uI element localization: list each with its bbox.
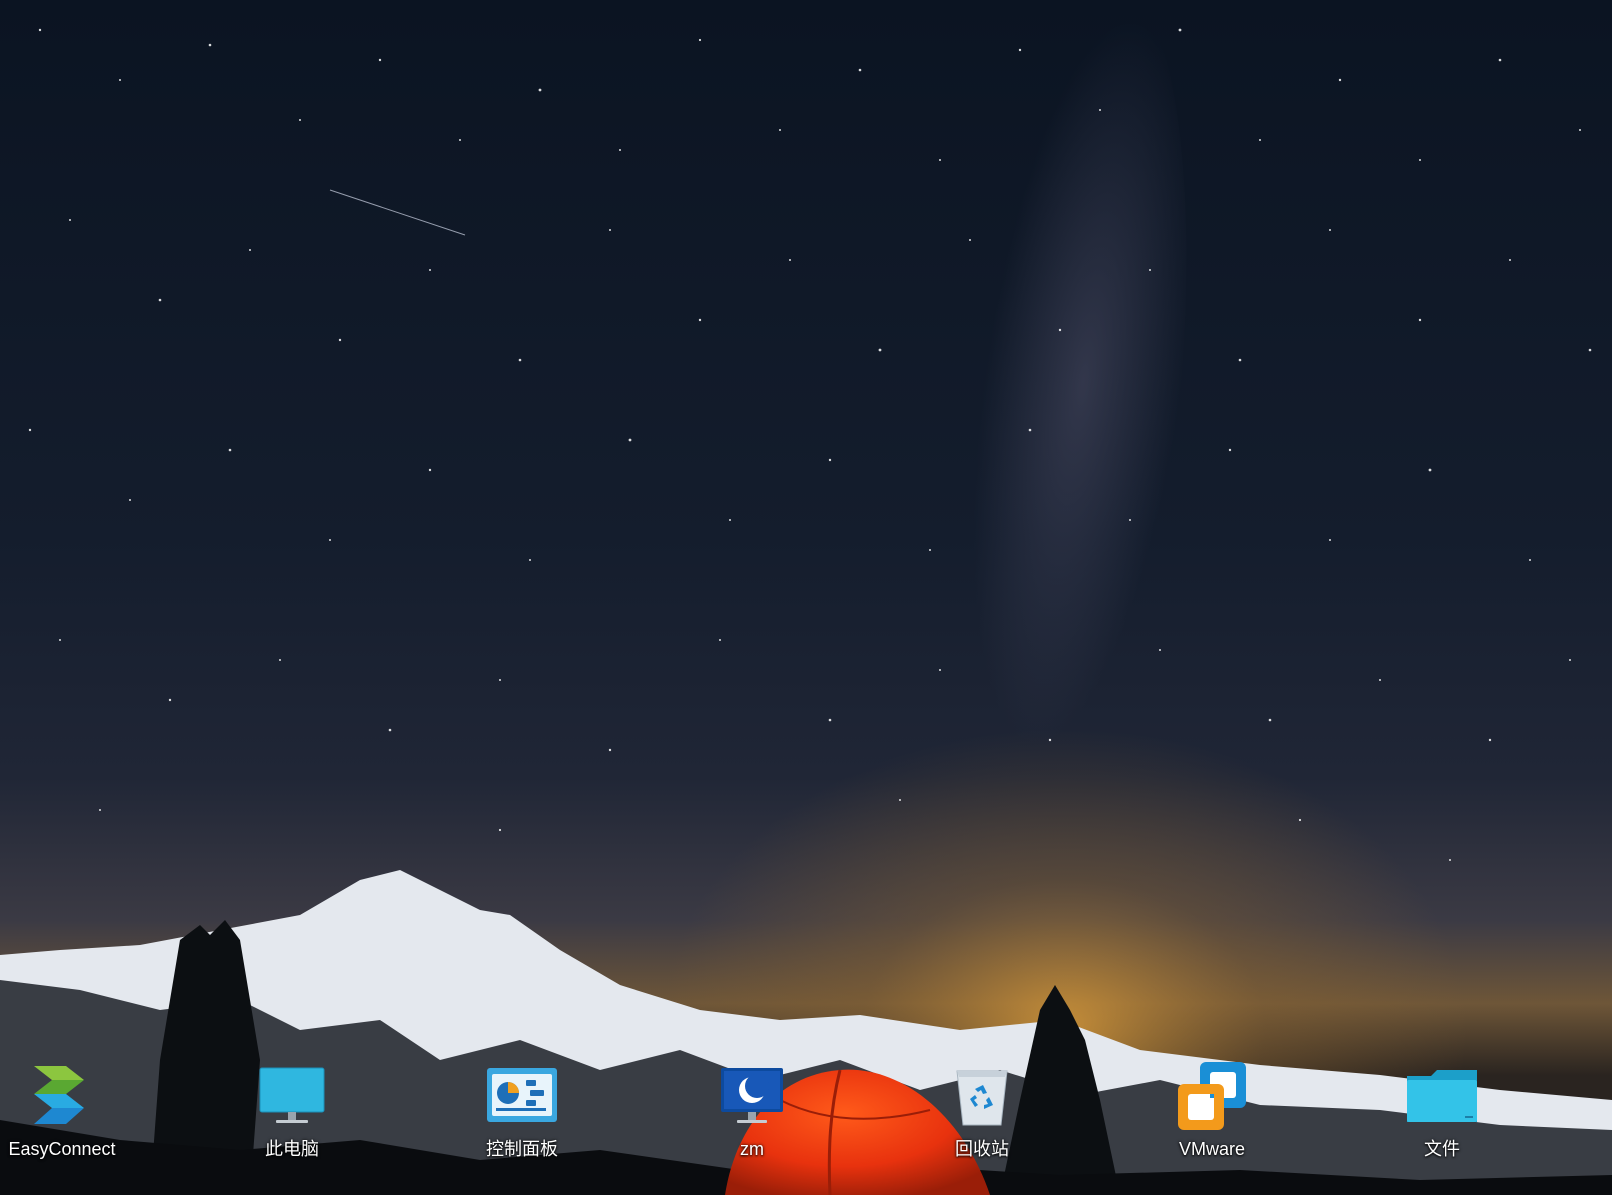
desktop-icon-folder[interactable]: 文件 [1380, 1060, 1504, 1166]
desktop-icon-label: 回收站 [955, 1139, 1009, 1159]
desktop-icon-control-panel[interactable]: 控制面板 [460, 1060, 584, 1166]
vmware-icon [1174, 1060, 1250, 1132]
desktop-icon-easyconnect[interactable]: EasyConnect [0, 1060, 124, 1166]
desktop: EasyConnect 此电脑 控制面板 zm 回收站 VMware 文件 [0, 0, 1612, 1195]
easyconnect-icon [24, 1060, 100, 1132]
desktop-icon-label: 控制面板 [486, 1139, 558, 1159]
desktop-icon-label: VMware [1178, 1139, 1245, 1159]
recycle-bin-icon [944, 1060, 1020, 1132]
folder-icon [1404, 1060, 1480, 1132]
computer-monitor-icon [254, 1060, 330, 1132]
desktop-icon-this-pc[interactable]: 此电脑 [230, 1060, 354, 1166]
wallpaper [0, 0, 1612, 1195]
control-panel-icon [484, 1060, 560, 1132]
desktop-icon-vmware[interactable]: VMware [1150, 1060, 1274, 1166]
desktop-icon-label: 文件 [1424, 1139, 1460, 1159]
desktop-icon-label: 此电脑 [265, 1139, 319, 1159]
desktop-icon-recycle-bin[interactable]: 回收站 [920, 1060, 1044, 1166]
moon-monitor-icon [714, 1060, 790, 1132]
desktop-icon-label: zm [740, 1139, 764, 1159]
desktop-icon-zm[interactable]: zm [690, 1060, 814, 1166]
desktop-icon-label: EasyConnect [8, 1139, 116, 1159]
desktop-icon-row: EasyConnect 此电脑 控制面板 zm 回收站 VMware 文件 [0, 1060, 1612, 1170]
